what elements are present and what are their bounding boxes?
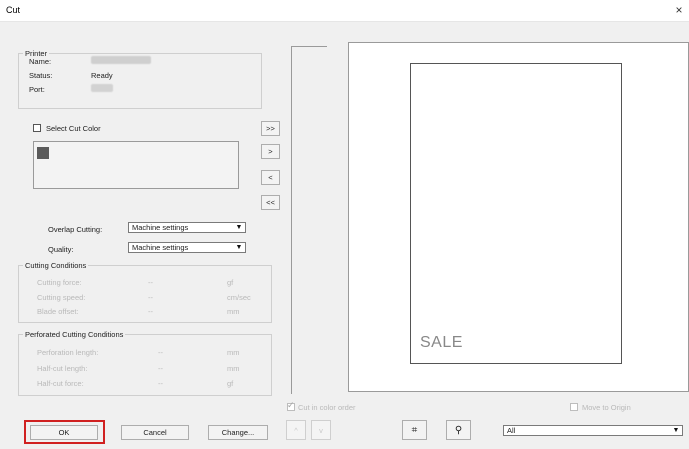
perforation-length-label: Perforation length: bbox=[37, 348, 99, 357]
half-cut-force-unit: gf bbox=[227, 379, 234, 388]
half-cut-length-unit: mm bbox=[227, 364, 240, 373]
chevron-down-icon: ▼ bbox=[672, 427, 680, 434]
title-bar bbox=[0, 0, 689, 22]
page-select-value: All bbox=[507, 426, 516, 435]
preview-sale-text: SALE bbox=[420, 334, 463, 351]
half-cut-force-label: Half-cut force: bbox=[37, 379, 84, 388]
printer-status-label: Status: bbox=[29, 71, 53, 80]
quality-label: Quality: bbox=[48, 245, 74, 254]
remove-all-button[interactable]: << bbox=[261, 195, 280, 210]
color-swatch[interactable] bbox=[37, 147, 49, 159]
printer-status-value: Ready bbox=[91, 71, 113, 80]
half-cut-length-label: Half-cut length: bbox=[37, 364, 88, 373]
add-all-button[interactable]: >> bbox=[261, 121, 280, 136]
printer-port-label: Port: bbox=[29, 85, 45, 94]
preview-page: SALE bbox=[410, 63, 622, 364]
blade-offset-unit: mm bbox=[227, 307, 240, 316]
close-icon[interactable]: × bbox=[672, 3, 686, 17]
half-cut-length-value: -- bbox=[158, 364, 163, 373]
up-button[interactable]: ^ bbox=[286, 420, 306, 440]
printer-port-value-redacted bbox=[91, 84, 113, 92]
blade-offset-value: -- bbox=[148, 307, 153, 316]
cut-in-color-order-label: Cut in color order bbox=[298, 403, 356, 412]
preview-divider bbox=[291, 46, 327, 394]
window-title: Cut bbox=[6, 5, 21, 15]
quality-value: Machine settings bbox=[132, 243, 189, 252]
remove-button[interactable]: < bbox=[261, 170, 280, 185]
printer-name-label: Name: bbox=[29, 57, 52, 66]
half-cut-force-value: -- bbox=[158, 379, 163, 388]
cut-color-list[interactable] bbox=[33, 141, 239, 189]
cutting-speed-unit: cm/sec bbox=[227, 293, 251, 302]
overlap-cutting-value: Machine settings bbox=[132, 223, 189, 232]
chevron-down-icon: ▼ bbox=[235, 224, 243, 231]
overlap-cutting-label: Overlap Cutting: bbox=[48, 225, 103, 234]
fit-to-page-icon[interactable]: ⌗ bbox=[402, 420, 427, 440]
cutting-force-unit: gf bbox=[227, 278, 234, 287]
select-cut-color-label: Select Cut Color bbox=[46, 124, 101, 133]
perforated-conditions-legend: Perforated Cutting Conditions bbox=[25, 330, 124, 339]
quality-select[interactable]: Machine settings ▼ bbox=[128, 242, 246, 253]
blade-offset-label: Blade offset: bbox=[37, 307, 79, 316]
zoom-icon[interactable]: ⚲ bbox=[446, 420, 471, 440]
move-to-origin-label: Move to Origin bbox=[582, 403, 631, 412]
preview-canvas[interactable]: SALE bbox=[348, 42, 689, 392]
down-button[interactable]: v bbox=[311, 420, 331, 440]
page-select[interactable]: All ▼ bbox=[503, 425, 683, 436]
move-to-origin-checkbox[interactable] bbox=[570, 403, 578, 411]
overlap-cutting-select[interactable]: Machine settings ▼ bbox=[128, 222, 246, 233]
printer-name-value-redacted bbox=[91, 56, 151, 64]
cutting-speed-label: Cutting speed: bbox=[37, 293, 86, 302]
ok-button[interactable]: OK bbox=[30, 425, 98, 440]
perforation-length-unit: mm bbox=[227, 348, 240, 357]
cutting-conditions-legend: Cutting Conditions bbox=[25, 261, 87, 270]
perforation-length-value: -- bbox=[158, 348, 163, 357]
select-cut-color-checkbox[interactable] bbox=[33, 124, 41, 132]
cutting-force-label: Cutting force: bbox=[37, 278, 82, 287]
cut-in-color-order-checkbox[interactable] bbox=[287, 400, 295, 411]
cutting-speed-value: -- bbox=[148, 293, 153, 302]
add-button[interactable]: > bbox=[261, 144, 280, 159]
cutting-force-value: -- bbox=[148, 278, 153, 287]
cancel-button[interactable]: Cancel bbox=[121, 425, 189, 440]
change-button[interactable]: Change... bbox=[208, 425, 268, 440]
chevron-down-icon: ▼ bbox=[235, 244, 243, 251]
